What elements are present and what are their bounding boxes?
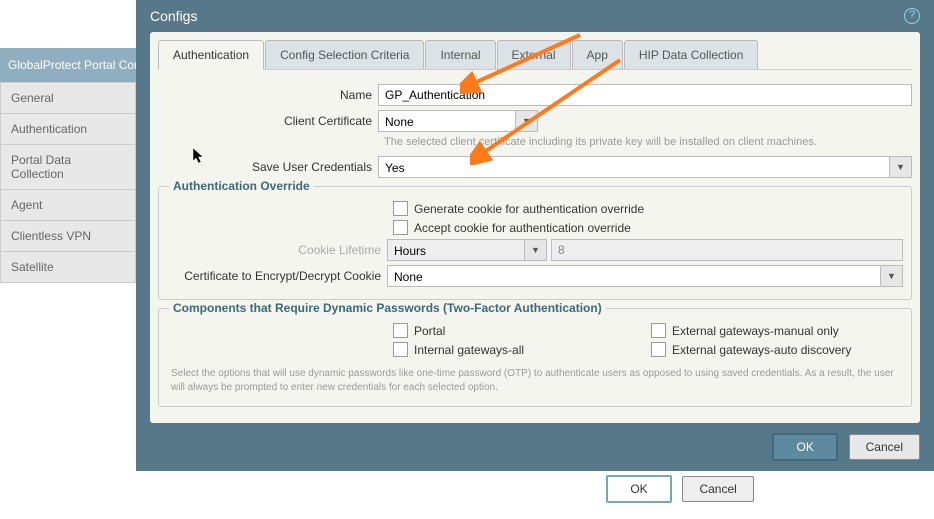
name-input[interactable] xyxy=(378,84,912,106)
tab-config-selection[interactable]: Config Selection Criteria xyxy=(265,40,424,69)
accept-cookie-checkbox[interactable] xyxy=(393,220,408,235)
tab-external[interactable]: External xyxy=(497,40,571,69)
portal-label: Portal xyxy=(414,324,445,338)
save-creds-select[interactable]: Yes ▼ xyxy=(378,156,912,178)
chevron-down-icon[interactable]: ▼ xyxy=(890,156,912,178)
dialog-header: Configs ? xyxy=(136,0,934,32)
encrypt-cookie-select[interactable]: None ▼ xyxy=(387,265,903,287)
cookie-lifetime-label: Cookie Lifetime xyxy=(167,243,387,257)
sidebar-item-authentication[interactable]: Authentication xyxy=(0,114,136,145)
help-icon[interactable]: ? xyxy=(904,8,920,24)
auth-override-legend: Authentication Override xyxy=(169,179,314,193)
chevron-down-icon[interactable]: ▼ xyxy=(881,265,903,287)
cursor-icon xyxy=(193,148,205,167)
save-creds-value: Yes xyxy=(378,156,890,178)
client-cert-label: Client Certificate xyxy=(158,114,378,128)
ext-manual-checkbox[interactable] xyxy=(651,323,666,338)
client-cert-hint: The selected client certificate includin… xyxy=(384,136,912,148)
sidebar-item-agent[interactable]: Agent xyxy=(0,190,136,221)
dyn-pw-legend: Components that Require Dynamic Password… xyxy=(169,301,606,315)
save-creds-label: Save User Credentials xyxy=(158,160,378,174)
name-label: Name xyxy=(158,88,378,102)
portal-checkbox[interactable] xyxy=(393,323,408,338)
dialog-footer: OK Cancel xyxy=(136,423,934,461)
tabs: Authentication Config Selection Criteria… xyxy=(158,40,912,70)
internal-gw-label: Internal gateways-all xyxy=(414,343,524,357)
encrypt-cookie-value: None xyxy=(387,265,881,287)
client-cert-select[interactable]: None ▼ xyxy=(378,110,538,132)
gen-cookie-checkbox[interactable] xyxy=(393,201,408,216)
dyn-pw-fieldset: Components that Require Dynamic Password… xyxy=(158,308,912,407)
cookie-lifetime-unit: Hours xyxy=(387,239,525,261)
tab-internal[interactable]: Internal xyxy=(425,40,495,69)
cookie-lifetime-value xyxy=(551,239,903,261)
chevron-down-icon: ▼ xyxy=(525,239,547,261)
ext-auto-checkbox[interactable] xyxy=(651,342,666,357)
internal-gw-checkbox[interactable] xyxy=(393,342,408,357)
client-cert-value: None xyxy=(378,110,516,132)
dialog-body: Authentication Config Selection Criteria… xyxy=(150,32,920,423)
outer-ok-button[interactable]: OK xyxy=(606,475,672,503)
tab-authentication[interactable]: Authentication xyxy=(158,40,264,70)
outer-footer: OK Cancel xyxy=(600,475,754,503)
ok-button[interactable]: OK xyxy=(772,433,838,461)
accept-cookie-label: Accept cookie for authentication overrid… xyxy=(414,221,631,235)
auth-override-fieldset: Authentication Override Generate cookie … xyxy=(158,186,912,300)
encrypt-cookie-label: Certificate to Encrypt/Decrypt Cookie xyxy=(167,269,387,283)
sidebar: GlobalProtect Portal Con General Authent… xyxy=(0,48,136,283)
sidebar-item-clientless-vpn[interactable]: Clientless VPN xyxy=(0,221,136,252)
configs-dialog: Configs ? Authentication Config Selectio… xyxy=(136,0,934,471)
tab-app[interactable]: App xyxy=(572,40,623,69)
ext-manual-label: External gateways-manual only xyxy=(672,324,839,338)
dialog-title: Configs xyxy=(150,8,197,24)
ext-auto-label: External gateways-auto discovery xyxy=(672,343,851,357)
sidebar-header: GlobalProtect Portal Con xyxy=(0,48,136,83)
gen-cookie-label: Generate cookie for authentication overr… xyxy=(414,202,644,216)
tab-hip[interactable]: HIP Data Collection xyxy=(624,40,759,69)
chevron-down-icon[interactable]: ▼ xyxy=(516,110,538,132)
sidebar-item-general[interactable]: General xyxy=(0,83,136,114)
outer-cancel-button[interactable]: Cancel xyxy=(682,476,753,502)
sidebar-item-portal-data[interactable]: Portal Data Collection xyxy=(0,145,136,190)
dyn-pw-note: Select the options that will use dynamic… xyxy=(171,367,899,394)
cancel-button[interactable]: Cancel xyxy=(849,434,920,460)
sidebar-item-satellite[interactable]: Satellite xyxy=(0,252,136,283)
cookie-lifetime-unit-select: Hours ▼ xyxy=(387,239,547,261)
